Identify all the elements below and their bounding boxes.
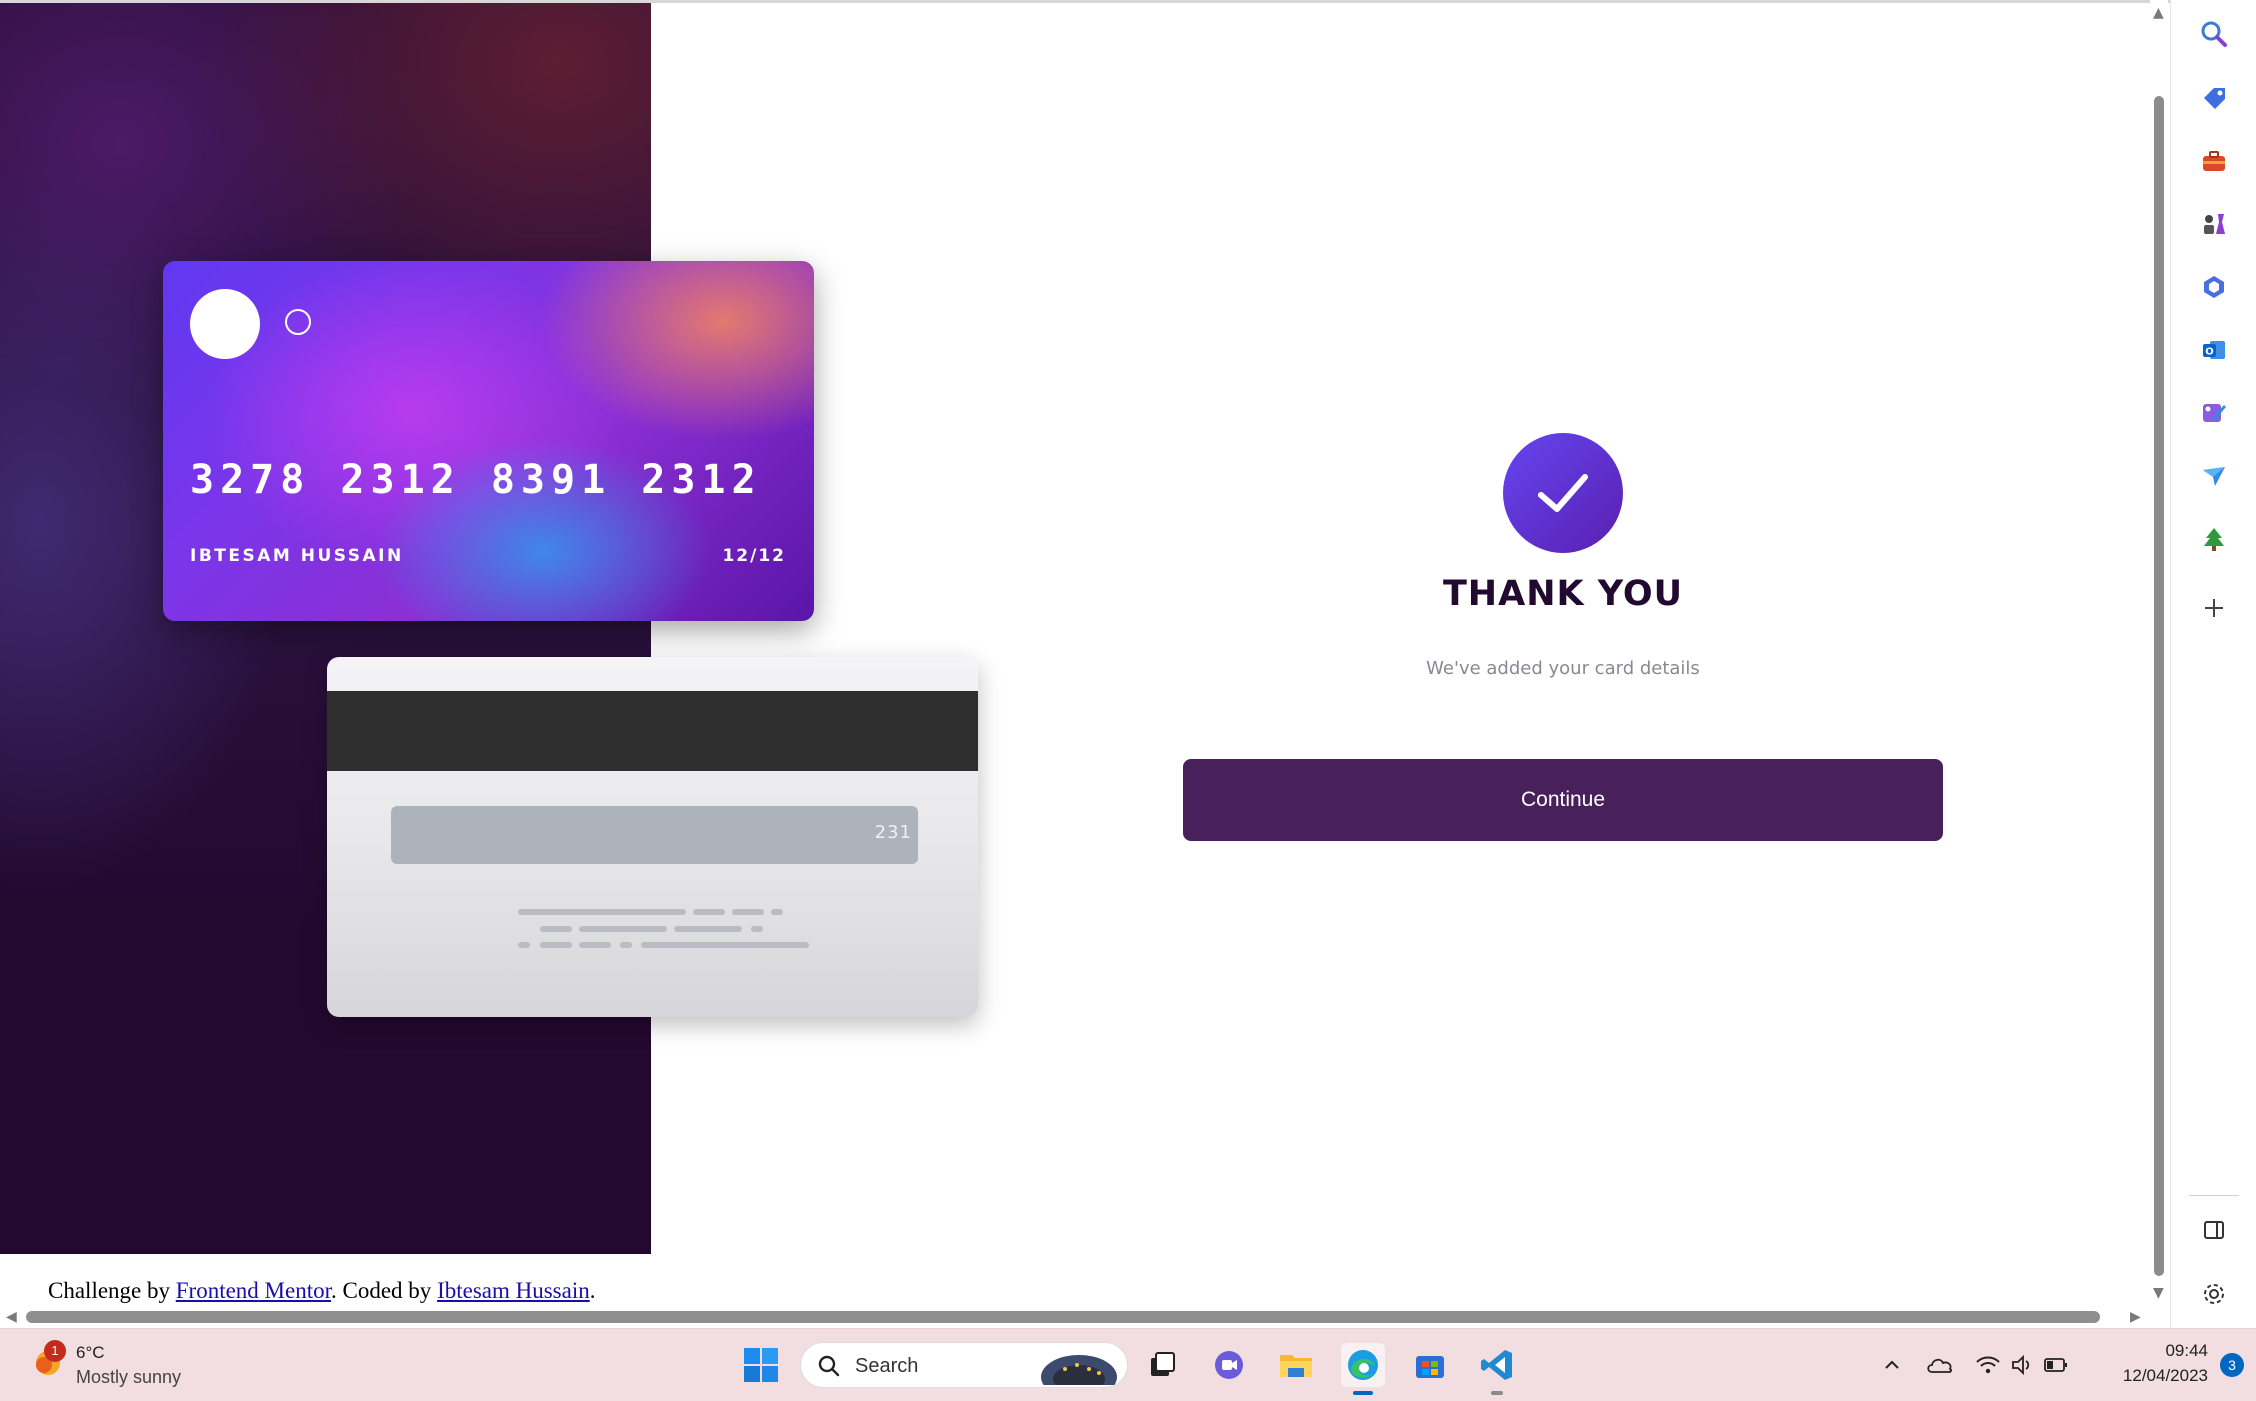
teams-chat-button[interactable] xyxy=(1207,1343,1251,1387)
weather-temperature: 6°C xyxy=(76,1343,105,1362)
volume-icon[interactable] xyxy=(2008,1351,2036,1379)
frontend-mentor-link[interactable]: Frontend Mentor xyxy=(176,1278,331,1303)
vscode-button[interactable] xyxy=(1475,1343,1519,1395)
clock-date[interactable]: 12/04/2023 xyxy=(2123,1366,2208,1386)
card-back-pattern-line xyxy=(693,909,725,915)
microsoft365-icon[interactable] xyxy=(2198,271,2230,303)
taskbar-search-box[interactable]: Search xyxy=(800,1342,1128,1388)
card-back-pattern-line xyxy=(579,926,667,932)
weather-alert-badge: 1 xyxy=(44,1340,66,1362)
card-back-pattern-line xyxy=(751,926,763,932)
sidebar-divider xyxy=(2189,1195,2239,1196)
battery-icon[interactable] xyxy=(2042,1351,2070,1379)
attribution: Challenge by Frontend Mentor. Coded by I… xyxy=(48,1278,595,1304)
vscode-icon xyxy=(1481,1350,1512,1380)
card-back-pattern-line xyxy=(674,926,742,932)
show-hidden-icons-chevron-icon[interactable] xyxy=(1878,1351,1906,1379)
magnetic-stripe xyxy=(327,691,978,771)
send-icon[interactable] xyxy=(2198,460,2230,492)
outlook-icon[interactable]: O xyxy=(2198,334,2230,366)
card-back-pattern-line xyxy=(518,909,686,915)
thank-you-heading: THANK YOU xyxy=(1442,574,1684,614)
task-view-button[interactable] xyxy=(1140,1343,1184,1387)
card-back-pattern-line xyxy=(540,926,572,932)
settings-icon[interactable] xyxy=(2198,1278,2230,1310)
active-app-indicator xyxy=(1353,1391,1373,1395)
wifi-icon[interactable] xyxy=(1974,1351,2002,1379)
scroll-up-arrow-icon[interactable]: ▲ xyxy=(2153,6,2164,20)
scroll-left-arrow-icon[interactable]: ◀ xyxy=(6,1310,17,1324)
edge-browser-button[interactable] xyxy=(1341,1343,1385,1395)
notification-count-badge[interactable]: 3 xyxy=(2220,1353,2244,1377)
card-expiry: 12/12 xyxy=(722,546,786,566)
author-link[interactable]: Ibtesam Hussain xyxy=(437,1278,590,1303)
weather-description: Mostly sunny xyxy=(76,1367,182,1387)
taskbar-search-placeholder: Search xyxy=(855,1355,919,1377)
card-back-pattern-line xyxy=(641,942,809,948)
thank-you-message: We've added your card details xyxy=(1426,658,1700,679)
windows-logo-icon xyxy=(744,1348,778,1382)
attribution-suffix: . xyxy=(589,1278,596,1303)
windows-taskbar: 1 6°C Mostly sunny Search 09:44 12/04/20… xyxy=(0,1328,2256,1401)
card-logo-circle-filled xyxy=(190,289,260,359)
card-logo-circle-outline xyxy=(285,309,311,335)
start-button[interactable] xyxy=(739,1343,783,1387)
cvc-strip: 231 xyxy=(391,806,918,864)
card-back-pattern-line xyxy=(771,909,783,915)
file-explorer-button[interactable] xyxy=(1274,1343,1318,1387)
decorative-background-panel xyxy=(0,3,651,1254)
clock-time[interactable]: 09:44 xyxy=(2165,1341,2208,1361)
svg-text:O: O xyxy=(2205,347,2214,358)
card-cvc: 231 xyxy=(874,822,912,843)
cardholder-name: IBTESAM HUSSAIN xyxy=(190,546,404,566)
search-icon xyxy=(818,1355,840,1377)
attribution-middle: . Coded by xyxy=(331,1278,438,1303)
designer-icon[interactable] xyxy=(2198,397,2230,429)
chess-icon[interactable] xyxy=(2198,208,2230,240)
running-app-indicator xyxy=(1491,1391,1503,1395)
teams-chat-icon xyxy=(1215,1351,1243,1379)
continue-button[interactable]: Continue xyxy=(1183,759,1943,841)
scroll-down-arrow-icon[interactable]: ▼ xyxy=(2153,1286,2164,1300)
add-icon[interactable] xyxy=(2198,592,2230,624)
tree-icon[interactable] xyxy=(2198,523,2230,555)
scroll-right-arrow-icon[interactable]: ▶ xyxy=(2130,1310,2141,1324)
onedrive-cloud-icon[interactable] xyxy=(1926,1351,1954,1379)
search-highlight-image xyxy=(1041,1355,1117,1385)
search-icon[interactable] xyxy=(2198,18,2230,50)
vertical-scrollbar-thumb[interactable] xyxy=(2154,96,2164,1276)
task-view-icon xyxy=(1151,1352,1175,1376)
split-screen-icon[interactable] xyxy=(2198,1214,2230,1246)
success-check-icon xyxy=(1503,433,1623,553)
card-back-pattern-line xyxy=(579,942,611,948)
card-back-preview: 231 xyxy=(327,657,978,1017)
card-number: 3278 2312 8391 2312 xyxy=(190,457,762,503)
edge-sidebar: O xyxy=(2170,0,2256,1328)
card-back-pattern-line xyxy=(620,942,632,948)
folder-icon xyxy=(1280,1355,1312,1377)
tag-icon[interactable] xyxy=(2198,82,2230,114)
horizontal-scrollbar-thumb[interactable] xyxy=(26,1311,2100,1323)
attribution-prefix: Challenge by xyxy=(48,1278,176,1303)
store-icon xyxy=(1416,1356,1444,1378)
card-back-pattern-line xyxy=(518,942,530,948)
card-front-preview: 3278 2312 8391 2312 IBTESAM HUSSAIN 12/1… xyxy=(163,261,814,621)
card-back-pattern-line xyxy=(540,942,572,948)
microsoft-store-button[interactable] xyxy=(1408,1343,1452,1387)
card-back-pattern-line xyxy=(732,909,764,915)
edge-icon xyxy=(1348,1350,1378,1380)
briefcase-icon[interactable] xyxy=(2198,145,2230,177)
